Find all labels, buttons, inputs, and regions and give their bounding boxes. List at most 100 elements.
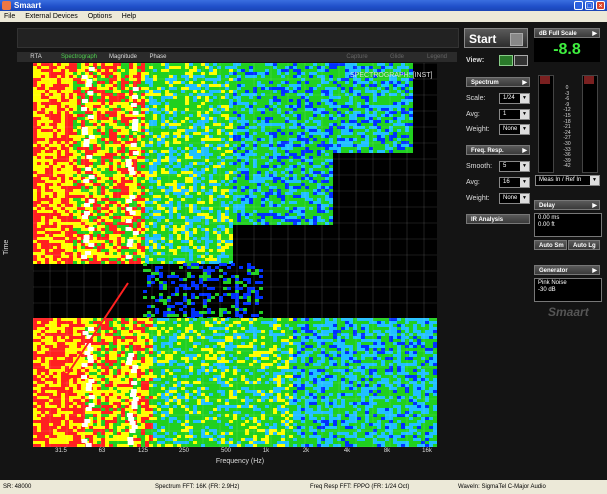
spectro-band (89, 144, 93, 147)
spectro-band (145, 102, 149, 105)
spectro-band (297, 180, 301, 183)
spectro-band (173, 102, 177, 105)
tab-spectrograph[interactable]: Spectrograph (55, 52, 103, 62)
spectro-band (93, 186, 97, 189)
spectro-band (181, 228, 185, 231)
spectro-band (293, 69, 297, 72)
tab-rta[interactable]: RTA (17, 52, 55, 62)
close-button[interactable]: × (596, 1, 605, 10)
spectro-band (153, 153, 157, 156)
spectro-band (357, 90, 361, 93)
spectro-band (317, 180, 321, 183)
spectro-band (221, 144, 225, 147)
spectro-band (277, 177, 281, 180)
spectro-band (365, 135, 369, 138)
tab-magnitude[interactable]: Magnitude (103, 52, 143, 62)
spectro-band (345, 138, 349, 141)
spectro-band (261, 150, 265, 153)
spectro-band (189, 192, 193, 195)
spectrograph-plot[interactable] (33, 63, 437, 447)
spectro-band (141, 90, 145, 93)
spectro-band (373, 90, 377, 93)
spectro-band (177, 240, 181, 243)
menu-help[interactable]: Help (122, 13, 136, 20)
spectro-band (173, 219, 177, 222)
spectro-band (57, 87, 61, 90)
menu-file[interactable]: File (4, 13, 15, 20)
spectro-band (61, 213, 65, 216)
spectro-band (289, 183, 293, 186)
spectro-band (221, 210, 225, 213)
tab-legend[interactable]: Legend (417, 52, 457, 62)
spectro-band (45, 213, 49, 216)
spectro-band (173, 123, 177, 126)
spectro-band (33, 96, 37, 99)
spectro-band (365, 147, 369, 150)
spectro-band (281, 180, 285, 183)
spectro-band (257, 81, 261, 84)
spectro-band (61, 228, 65, 231)
spectro-band (313, 69, 317, 72)
spectro-band (309, 195, 313, 198)
spectro-band (281, 135, 285, 138)
spectro-band (77, 231, 81, 234)
menu-external-devices[interactable]: External Devices (25, 13, 78, 20)
tab-phase[interactable]: Phase (143, 52, 173, 62)
spectro-band (181, 147, 185, 150)
spectro-band (101, 135, 105, 138)
spectro-band (365, 132, 369, 135)
maximize-button[interactable]: □ (585, 1, 594, 10)
spectro-band (101, 132, 105, 135)
spectro-band (237, 216, 241, 219)
spectro-band (265, 186, 269, 189)
spectro-band (125, 99, 129, 102)
spectro-band (101, 72, 105, 75)
spectro-band (361, 117, 365, 120)
spectro-band (225, 216, 229, 219)
spectro-band (121, 81, 125, 84)
spectro-band (73, 129, 77, 132)
spectro-band (305, 219, 309, 222)
spectro-band (329, 171, 333, 174)
spectro-band (89, 96, 93, 99)
spectro-band (377, 66, 381, 69)
minimize-button[interactable]: _ (574, 1, 583, 10)
spectro-band (309, 123, 313, 126)
spectro-band (257, 75, 261, 78)
spectro-band (325, 147, 329, 150)
spectro-band (261, 72, 265, 75)
spectro-band (377, 129, 381, 132)
spectro-band (141, 129, 145, 132)
spectro-band (301, 210, 305, 213)
menu-options[interactable]: Options (88, 13, 112, 20)
spectro-band (145, 198, 149, 201)
spectro-band (89, 183, 93, 186)
spectro-band (45, 114, 49, 117)
spectro-band (93, 75, 97, 78)
spectro-band (145, 81, 149, 84)
tab-capture[interactable]: Capture (337, 52, 377, 62)
spectro-band (233, 144, 237, 147)
spectro-band (273, 198, 277, 201)
spectro-band (177, 213, 181, 216)
spectro-band (257, 144, 261, 147)
spectro-band (53, 240, 57, 243)
spectro-band (225, 165, 229, 168)
spectro-band (289, 195, 293, 198)
spectro-band (225, 180, 229, 183)
spectro-band (41, 123, 45, 126)
spectro-band (141, 231, 145, 234)
spectro-band (173, 162, 177, 165)
spectro-band (301, 177, 305, 180)
spectro-band (193, 150, 197, 153)
spectro-band (181, 72, 185, 75)
spectro-band (61, 135, 65, 138)
spectro-band (281, 87, 285, 90)
tab-glide[interactable]: Glide (382, 52, 412, 62)
spectro-band (245, 195, 249, 198)
spectro-band (61, 225, 65, 228)
spectro-band (181, 69, 185, 72)
spectro-band (73, 216, 77, 219)
spectro-band (41, 192, 45, 195)
spectro-band (237, 72, 241, 75)
